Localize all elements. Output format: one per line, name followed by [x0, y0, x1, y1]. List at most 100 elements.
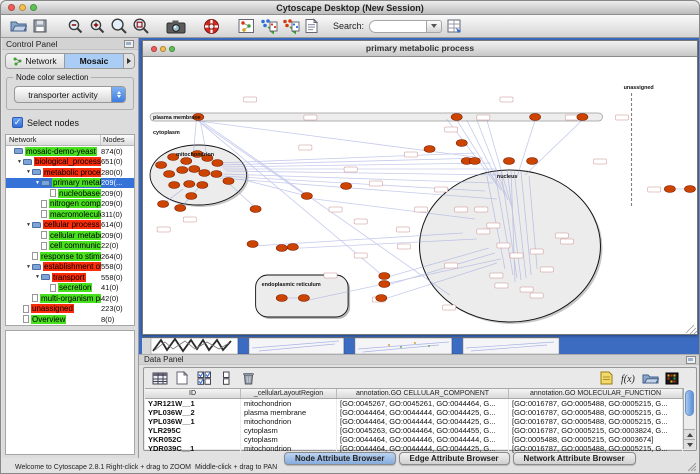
zoom-to-fit-icon[interactable]: [131, 16, 151, 36]
zoom-in-icon[interactable]: [87, 16, 107, 36]
tree-row[interactable]: ▼biological_process651(0): [6, 157, 134, 168]
tab-network[interactable]: Network: [6, 54, 65, 68]
attribute-batch-editor-icon[interactable]: [597, 370, 615, 386]
tree-row[interactable]: ▼transport558(0): [6, 272, 134, 283]
network-node[interactable]: [189, 166, 200, 173]
network-node[interactable]: [451, 114, 462, 121]
table-row[interactable]: YPL036W__2plasma membrane[GO:0044464, GO…: [145, 408, 683, 417]
scroll-up-button[interactable]: [684, 429, 695, 439]
network-node[interactable]: [186, 193, 197, 200]
network-node[interactable]: [341, 183, 352, 190]
network-node[interactable]: [664, 186, 675, 193]
tree-row[interactable]: ▼cellular process614(0): [6, 220, 134, 231]
tree-row[interactable]: cellular metabo209(0): [6, 230, 134, 241]
export-view-snapshot-icon[interactable]: [166, 16, 186, 36]
column-header[interactable]: _cellularLayoutRegion: [241, 389, 337, 398]
float-data-panel-icon[interactable]: [686, 356, 696, 364]
network-node[interactable]: [287, 244, 298, 251]
function-builder-icon[interactable]: f(x): [619, 370, 637, 386]
network-node[interactable]: [181, 158, 192, 165]
tree-row[interactable]: cell communicat22(0): [6, 241, 134, 252]
tree-row[interactable]: secretion41(0): [6, 283, 134, 294]
network-node[interactable]: [527, 158, 538, 165]
network-node[interactable]: [684, 186, 695, 193]
create-new-attribute-icon[interactable]: [173, 370, 191, 386]
tree-row[interactable]: ▼primary metabo209(...: [6, 178, 134, 189]
zoom-out-icon[interactable]: [65, 16, 85, 36]
network-node[interactable]: [376, 295, 387, 302]
delete-attribute-icon[interactable]: [239, 370, 257, 386]
network-canvas[interactable]: plasma membranecytoplasmmitochondrionnuc…: [143, 57, 697, 334]
network-node[interactable]: [379, 273, 390, 280]
table-row[interactable]: YKR052Ccytoplasm[GO:0044464, GO:0044446,…: [145, 435, 683, 444]
column-header[interactable]: annotation.GO MOLECULAR_FUNCTION: [509, 389, 683, 398]
tab-mosaic[interactable]: Mosaic: [65, 54, 123, 68]
network-node[interactable]: [456, 140, 467, 147]
disclosure-triangle-icon[interactable]: ▼: [25, 222, 32, 228]
import-attribute-file-icon[interactable]: [641, 370, 659, 386]
matrix-browser-icon[interactable]: [663, 370, 681, 386]
network-node[interactable]: [197, 182, 208, 189]
network-node[interactable]: [212, 160, 223, 167]
table-row[interactable]: YPL036W__1mitochondrion[GO:0044464, GO:0…: [145, 417, 683, 426]
network-node[interactable]: [298, 295, 309, 302]
tree-row[interactable]: response to stimulu264(0): [6, 251, 134, 262]
tree-row[interactable]: macromolecule311(0): [6, 209, 134, 220]
tree-row[interactable]: Overview8(0): [6, 314, 134, 325]
network-view-frame[interactable]: primary metabolic process plasma membran…: [142, 40, 698, 335]
scrollbar-thumb[interactable]: [685, 390, 694, 416]
column-header[interactable]: ID: [145, 389, 241, 398]
new-network-from-selection-all-edges-icon[interactable]: [258, 16, 278, 36]
network-node[interactable]: [247, 241, 258, 248]
select-nodes-checkbox[interactable]: ✓: [12, 117, 23, 128]
tree-row[interactable]: ▼metabolic process280(0): [6, 167, 134, 178]
search-input[interactable]: [369, 20, 427, 33]
network-node[interactable]: [301, 193, 312, 200]
view-network-icon[interactable]: [236, 16, 256, 36]
birds-eye-view-panel[interactable]: [5, 330, 135, 455]
network-node[interactable]: [424, 146, 435, 153]
unselect-attributes-icon[interactable]: [217, 370, 235, 386]
new-network-from-selection-connecting-edges-icon[interactable]: [280, 16, 300, 36]
frame-close-button[interactable]: [151, 46, 157, 52]
tab-overflow-button[interactable]: [123, 54, 134, 68]
search-options-dropdown[interactable]: [427, 20, 442, 33]
window-resize-grip[interactable]: [687, 462, 697, 472]
disclosure-triangle-icon[interactable]: ▼: [25, 264, 32, 270]
network-node[interactable]: [175, 205, 186, 212]
import-attributes-icon[interactable]: [444, 16, 464, 36]
nodes-column-header[interactable]: Nodes: [101, 135, 134, 145]
network-node[interactable]: [250, 206, 261, 213]
network-node[interactable]: [158, 201, 169, 208]
network-node[interactable]: [223, 178, 234, 185]
disclosure-triangle-icon[interactable]: ▼: [34, 180, 41, 186]
tree-row[interactable]: ▼establishment of lo558(0): [6, 262, 134, 273]
network-node[interactable]: [164, 171, 175, 178]
network-node[interactable]: [156, 162, 167, 169]
save-session-icon[interactable]: [30, 16, 50, 36]
network-node[interactable]: [169, 182, 180, 189]
network-node[interactable]: [530, 114, 541, 121]
network-frame-titlebar[interactable]: primary metabolic process: [143, 41, 697, 57]
network-node[interactable]: [469, 158, 480, 165]
tree-row[interactable]: unassigned223(0): [6, 304, 134, 315]
float-panel-icon[interactable]: [124, 40, 134, 48]
disclosure-triangle-icon[interactable]: ▼: [16, 159, 23, 165]
table-scrollbar[interactable]: [683, 388, 695, 449]
network-node[interactable]: [184, 181, 195, 188]
tree-row[interactable]: nucleobase-209(0): [6, 188, 134, 199]
network-node[interactable]: [276, 245, 287, 252]
network-node[interactable]: [199, 170, 210, 177]
select-attributes-icon[interactable]: [195, 370, 213, 386]
frame-resize-grip[interactable]: [686, 325, 697, 334]
frame-minimize-button[interactable]: [160, 46, 166, 52]
zoom-selected-region-icon[interactable]: [109, 16, 129, 36]
help-lifesaver-icon[interactable]: [201, 16, 221, 36]
table-row[interactable]: YLR295Ccytoplasm[GO:0045263, GO:0044464,…: [145, 426, 683, 435]
network-node[interactable]: [577, 114, 588, 121]
frame-zoom-button[interactable]: [169, 46, 175, 52]
table-row[interactable]: YJR121W__1mitochondrion[GO:0045267, GO:0…: [145, 399, 683, 408]
network-node[interactable]: [503, 158, 514, 165]
scroll-down-button[interactable]: [684, 439, 695, 449]
tree-row[interactable]: mosaic-demo-yeast874(0): [6, 146, 134, 157]
